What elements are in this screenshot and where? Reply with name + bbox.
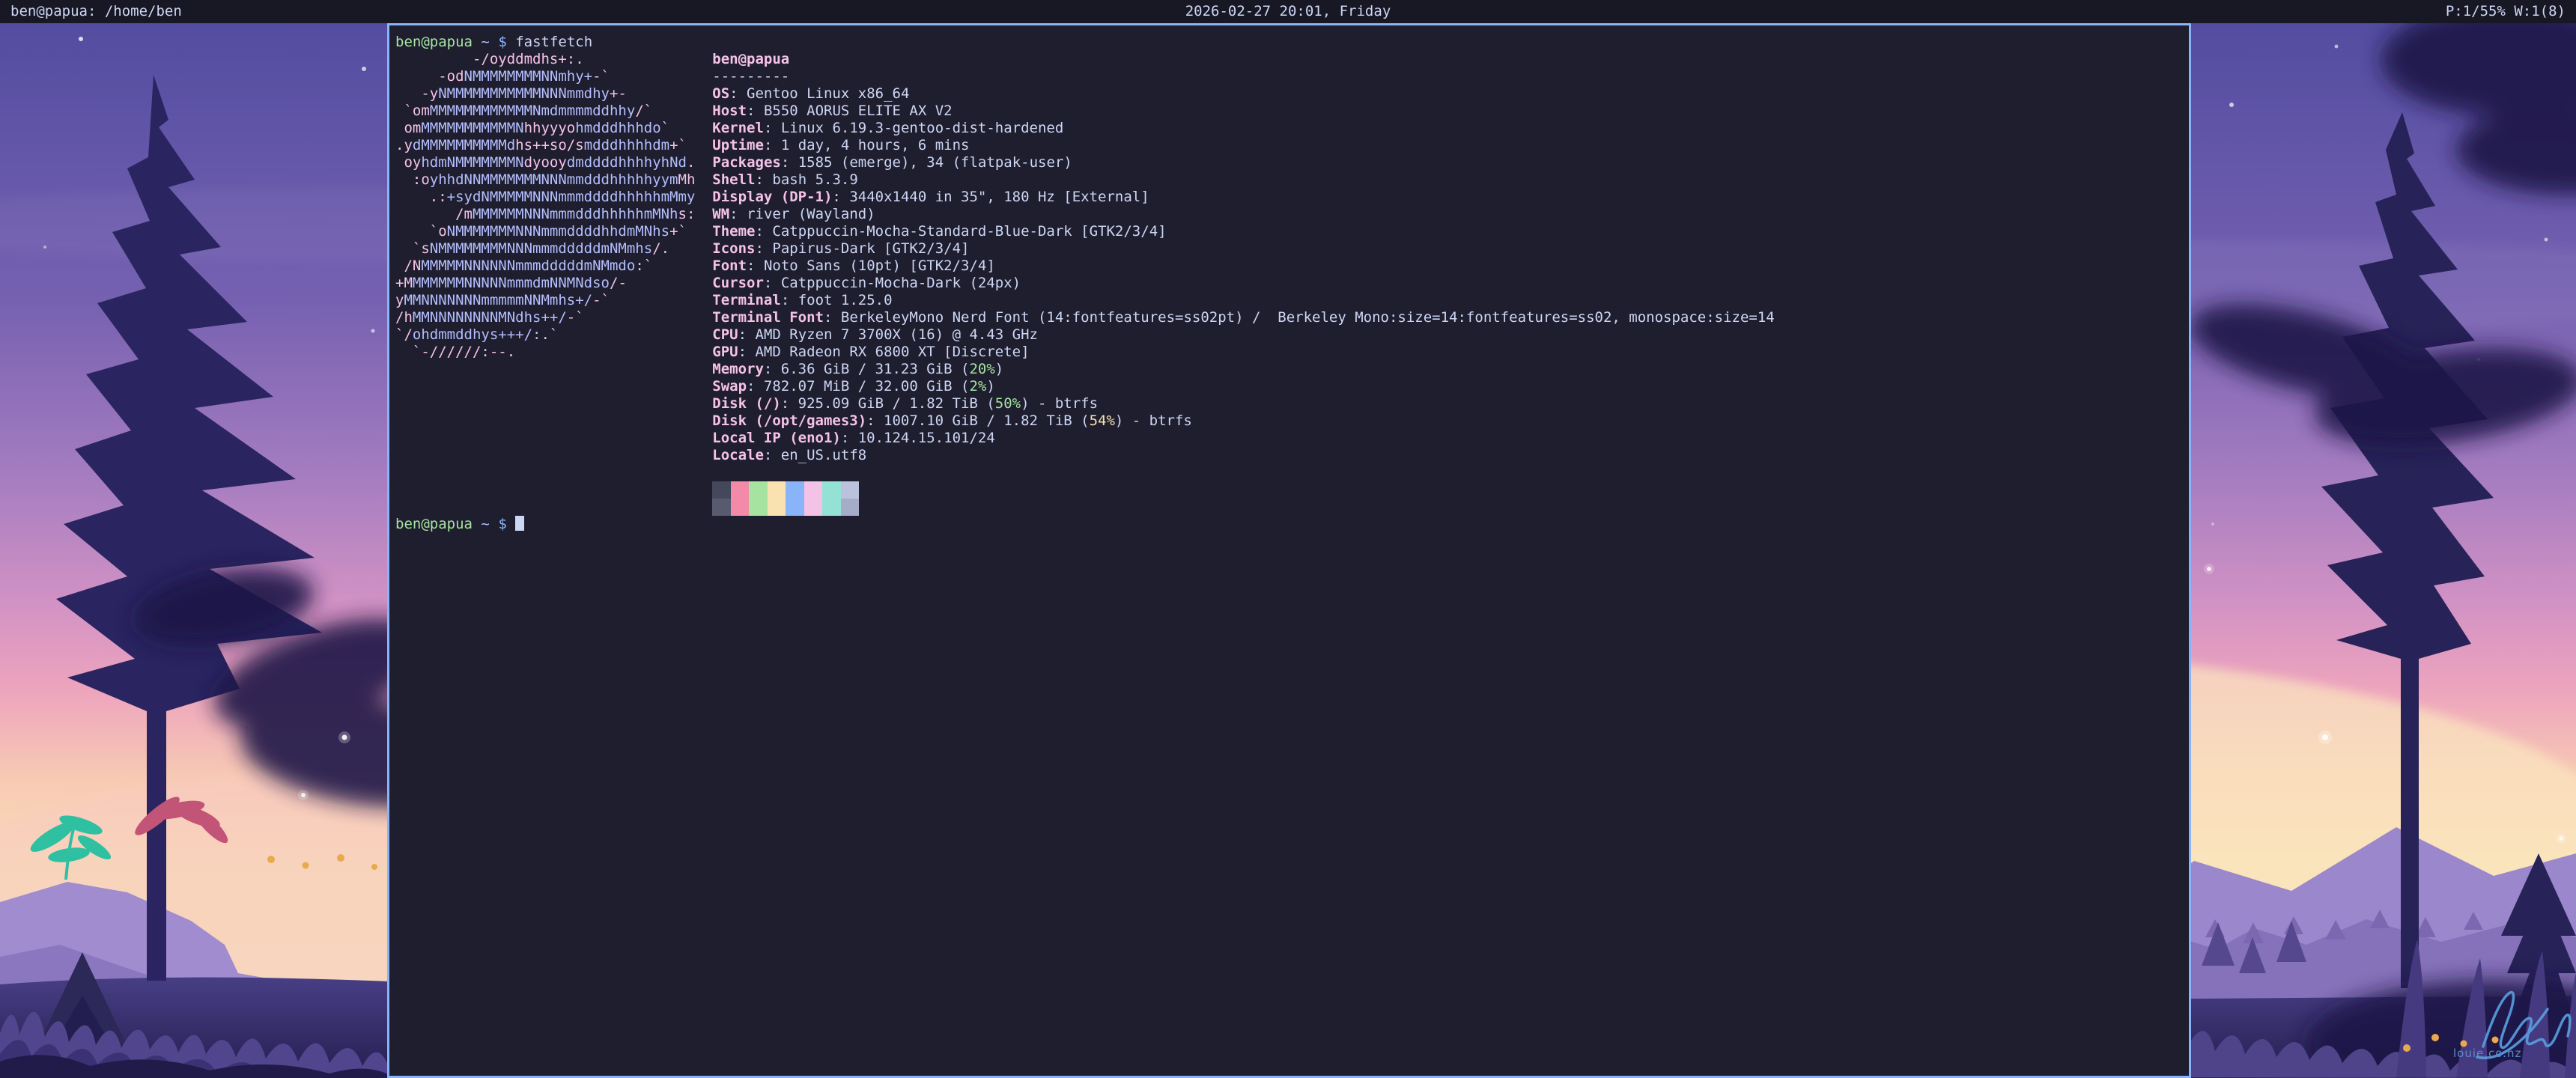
terminal-cursor bbox=[515, 516, 524, 531]
terminal-row: `sNMMMMMMMMNNNmmmdddddmNMmhs/. Icons: Pa… bbox=[395, 240, 2189, 258]
palette-block bbox=[768, 481, 786, 499]
terminal-row: .:+sydNMMMMMNNNmmmddddhhhhhmMmy Display … bbox=[395, 189, 2189, 206]
statusbar: ben@papua: /home/ben 2026-02-27 20:01, F… bbox=[0, 0, 2576, 23]
palette-block bbox=[786, 481, 804, 499]
terminal-row: .ydMMMMMMMMMMdhs++so/smdddhhhhdm+` Uptim… bbox=[395, 137, 2189, 154]
palette-block bbox=[768, 499, 786, 516]
terminal-row: Locale: en_US.utf8 bbox=[395, 447, 2189, 464]
terminal-row: yMMNNNNNNNmmmmmNNMmhs+/-` Terminal: foot… bbox=[395, 292, 2189, 309]
terminal-row: -yNMMMMMMMMMMMNNNmmdhy+- OS: Gentoo Linu… bbox=[395, 85, 2189, 103]
terminal-row: Swap: 782.07 MiB / 32.00 GiB (2%) bbox=[395, 378, 2189, 395]
terminal-row: /hMMNNNNNNNNMNdhs++/-` Terminal Font: Be… bbox=[395, 309, 2189, 326]
terminal-row: Disk (/): 925.09 GiB / 1.82 TiB (50%) - … bbox=[395, 395, 2189, 412]
palette-block bbox=[822, 481, 841, 499]
terminal-row: ben@papua ~ $ bbox=[395, 516, 2189, 533]
terminal-output: ben@papua ~ $ fastfetch -/oyddmdhs+:. be… bbox=[389, 25, 2189, 533]
statusbar-workspace-status: P:1/55% W:1(8) bbox=[2446, 0, 2566, 23]
palette-block bbox=[804, 499, 823, 516]
palette-block bbox=[841, 499, 860, 516]
terminal-row: Memory: 6.36 GiB / 31.23 GiB (20%) bbox=[395, 361, 2189, 378]
terminal-row: /mMMMMMMNNNmmmdddhhhhhmMNhs: WM: river (… bbox=[395, 206, 2189, 223]
palette-block bbox=[841, 481, 860, 499]
terminal-row bbox=[395, 499, 2189, 516]
terminal-row: /NMMMMMNNNNNNmmmdddddmNMmdo:` Font: Noto… bbox=[395, 258, 2189, 275]
terminal-row: `-//////:--. GPU: AMD Radeon RX 6800 XT … bbox=[395, 344, 2189, 361]
terminal-row bbox=[395, 464, 2189, 481]
palette-block bbox=[712, 481, 731, 499]
palette-block bbox=[749, 481, 768, 499]
terminal-row: omMMMMMMMMMMMNhhyyyohmdddhhhdo` Kernel: … bbox=[395, 120, 2189, 137]
terminal-row: `oNMMMMMMMNNNmmmddddhhdmMNhs+` Theme: Ca… bbox=[395, 223, 2189, 240]
terminal-row bbox=[395, 481, 2189, 499]
terminal-window[interactable]: ben@papua ~ $ fastfetch -/oyddmdhs+:. be… bbox=[387, 23, 2191, 1078]
wallpaper-credit: louie.co.nz bbox=[2453, 1047, 2521, 1060]
terminal-row: -odNMMMMMMMMNNmhy+-` --------- bbox=[395, 68, 2189, 85]
terminal-row: oyhdmNMMMMMMMNdyooydmddddhhhhyhNd. Packa… bbox=[395, 154, 2189, 171]
terminal-row: +MMMMMMMNNNNNmmmdmNNMNdso/- Cursor: Catp… bbox=[395, 275, 2189, 292]
statusbar-clock: 2026-02-27 20:01, Friday bbox=[0, 0, 2576, 23]
palette-block bbox=[712, 499, 731, 516]
terminal-row: -/oyddmdhs+:. ben@papua bbox=[395, 51, 2189, 68]
palette-block bbox=[822, 499, 841, 516]
terminal-row: `omMMMMMMMMMMMMNmdmmmmddhhy/` Host: B550… bbox=[395, 103, 2189, 120]
terminal-row: ben@papua ~ $ fastfetch bbox=[395, 34, 2189, 51]
palette-block bbox=[804, 481, 823, 499]
palette-block bbox=[749, 499, 768, 516]
palette-block bbox=[731, 481, 750, 499]
terminal-row: :oyhhdNNMMMMMMMNNNmmdddhhhhhyymMh Shell:… bbox=[395, 171, 2189, 189]
terminal-row: Local IP (eno1): 10.124.15.101/24 bbox=[395, 430, 2189, 447]
terminal-row: `/ohdmmddhys+++/:.` CPU: AMD Ryzen 7 370… bbox=[395, 326, 2189, 344]
palette-block bbox=[731, 499, 750, 516]
palette-block bbox=[786, 499, 804, 516]
desktop: louie.co.nz ben@papua: /home/ben 2026-02… bbox=[0, 0, 2576, 1078]
terminal-row: Disk (/opt/games3): 1007.10 GiB / 1.82 T… bbox=[395, 412, 2189, 430]
